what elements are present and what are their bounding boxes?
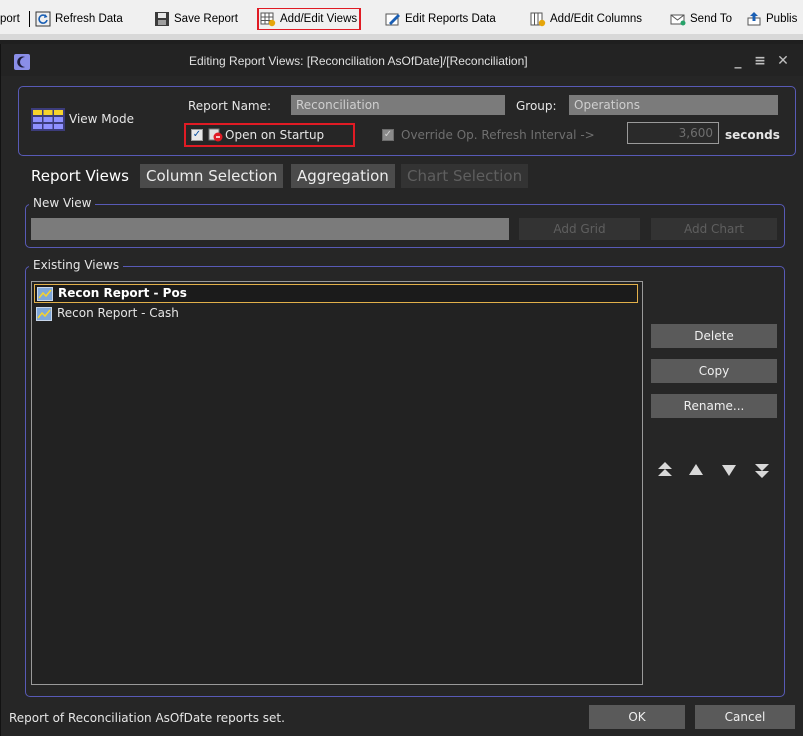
refresh-interval-field[interactable]: 3,600 — [627, 122, 719, 144]
open-on-startup-label: Open on Startup — [225, 128, 325, 142]
view-label: Recon Report - Pos — [58, 286, 187, 300]
send-to-button[interactable]: Send To — [670, 8, 732, 30]
report-name-label: Report Name: — [188, 99, 272, 113]
existing-views-group: Existing Views Recon Report - Pos Recon … — [25, 258, 785, 697]
refresh-data-label: Refresh Data — [55, 13, 123, 25]
tab-chart-selection[interactable]: Chart Selection — [401, 164, 529, 188]
add-edit-columns-label: Add/Edit Columns — [550, 13, 643, 25]
override-refresh-checkbox[interactable]: ✓ — [382, 129, 394, 141]
new-view-legend: New View — [29, 196, 96, 210]
delete-button[interactable]: Delete — [651, 324, 777, 348]
list-item[interactable]: Recon Report - Cash — [34, 304, 638, 323]
new-view-name-input[interactable] — [31, 218, 509, 240]
columns-icon — [530, 11, 546, 27]
save-report-label: Save Report — [174, 13, 238, 25]
toolbar-item-report-partial[interactable]: port — [0, 8, 20, 30]
rename-button[interactable]: Rename... — [651, 394, 777, 418]
add-grid-button[interactable]: Add Grid — [519, 218, 640, 240]
list-item[interactable]: Recon Report - Pos — [34, 284, 638, 303]
save-report-button[interactable]: Save Report — [154, 8, 238, 30]
group-field[interactable]: Operations — [569, 95, 778, 115]
publish-label: Publis — [766, 13, 798, 25]
override-refresh-label: Override Op. Refresh Interval -> — [401, 128, 595, 142]
grid-edit-icon — [260, 11, 276, 27]
refresh-icon — [35, 11, 51, 27]
refresh-data-button[interactable]: Refresh Data — [35, 8, 123, 30]
publish-button[interactable]: Publis — [746, 8, 797, 30]
view-label: Recon Report - Cash — [57, 306, 179, 320]
open-on-startup-checkbox[interactable]: ✓ — [191, 129, 203, 141]
background-stripe — [0, 34, 803, 40]
cancel-button[interactable]: Cancel — [695, 705, 795, 729]
startup-icon — [207, 127, 223, 143]
open-on-startup-option[interactable]: ✓ Open on Startup — [184, 123, 355, 147]
seconds-label: seconds — [725, 128, 780, 142]
view-mode-group: View Mode Report Name: Reconciliation Gr… — [18, 86, 796, 156]
edit-reports-data-label: Edit Reports Data — [405, 13, 496, 25]
send-to-label: Send To — [690, 13, 732, 25]
move-up-icon[interactable] — [686, 460, 706, 480]
report-view-icon — [37, 286, 53, 301]
move-to-bottom-icon[interactable] — [752, 460, 772, 480]
tab-aggregation[interactable]: Aggregation — [291, 164, 395, 188]
report-name-field[interactable]: Reconciliation — [291, 95, 505, 115]
add-edit-columns-button[interactable]: Add/Edit Columns — [530, 8, 642, 30]
existing-views-list[interactable]: Recon Report - Pos Recon Report - Cash — [31, 281, 643, 685]
tab-column-selection[interactable]: Column Selection — [140, 164, 284, 188]
new-view-group: New View Add Grid Add Chart — [25, 196, 785, 248]
app-logo-icon — [14, 54, 30, 70]
publish-icon — [746, 11, 762, 27]
add-edit-views-button[interactable]: Add/Edit Views — [256, 8, 362, 30]
send-mail-icon — [670, 11, 686, 27]
edit-reports-data-button[interactable]: Edit Reports Data — [385, 8, 496, 30]
tab-report-views[interactable]: Report Views — [25, 164, 135, 188]
maximize-icon[interactable]: ≡ — [753, 54, 767, 68]
existing-views-legend: Existing Views — [29, 258, 124, 272]
minimize-icon[interactable]: _ — [731, 54, 745, 68]
main-toolbar: port Refresh Data Save Report Add/Edit V… — [0, 8, 803, 30]
add-edit-views-label: Add/Edit Views — [280, 13, 358, 25]
floppy-disk-icon — [154, 11, 170, 27]
move-down-icon[interactable] — [719, 460, 739, 480]
dialog-titlebar: Editing Report Views: [Reconciliation As… — [1, 44, 803, 76]
view-mode-icon[interactable] — [31, 108, 65, 131]
view-mode-label: View Mode — [69, 112, 134, 126]
edit-data-icon — [385, 11, 401, 27]
edit-report-views-dialog: Editing Report Views: [Reconciliation As… — [0, 44, 803, 736]
status-text: Report of Reconciliation AsOfDate report… — [9, 711, 285, 725]
report-view-icon — [36, 306, 52, 321]
toolbar-report-partial-label: port — [0, 13, 20, 25]
close-icon[interactable]: ✕ — [776, 54, 790, 68]
ok-button[interactable]: OK — [589, 705, 685, 729]
group-label: Group: — [516, 99, 557, 113]
move-to-top-icon[interactable] — [655, 460, 675, 480]
add-chart-button[interactable]: Add Chart — [651, 218, 777, 240]
dialog-title: Editing Report Views: [Reconciliation As… — [189, 54, 528, 68]
copy-button[interactable]: Copy — [651, 359, 777, 383]
toolbar-separator — [29, 11, 30, 27]
